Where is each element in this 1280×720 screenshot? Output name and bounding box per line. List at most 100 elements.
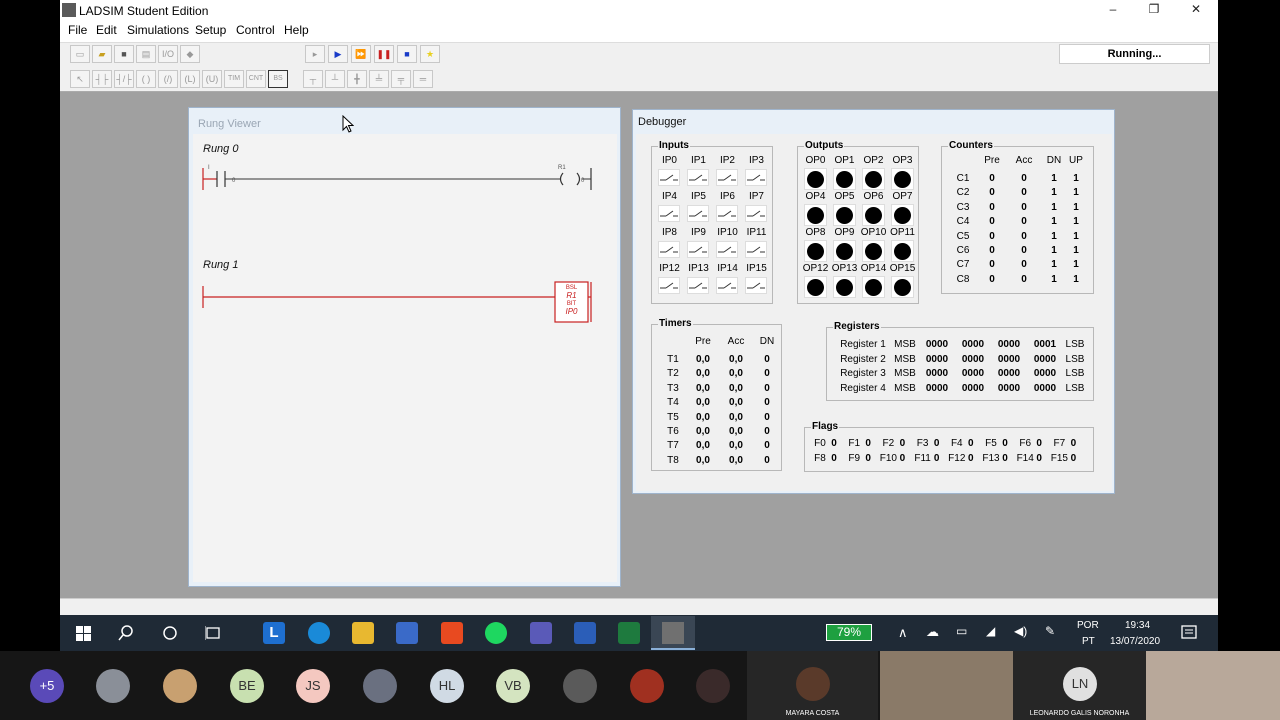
- search-icon[interactable]: [118, 625, 134, 641]
- close-button[interactable]: ✕: [1181, 2, 1211, 18]
- open-folder-icon[interactable]: ▰: [92, 45, 112, 63]
- no-contact-icon[interactable]: ┤├: [92, 70, 112, 88]
- teams-icon[interactable]: [530, 622, 552, 644]
- participant-avatar[interactable]: [696, 669, 730, 703]
- rung-delete-icon[interactable]: ═: [413, 70, 433, 88]
- menu-help[interactable]: Help: [284, 23, 309, 37]
- participant-video-tile[interactable]: [880, 651, 1013, 720]
- task-view-icon[interactable]: [205, 625, 221, 641]
- coil-icon[interactable]: ( ): [136, 70, 156, 88]
- branch-delete-icon[interactable]: ╧: [369, 70, 389, 88]
- counter-value: 1: [1051, 216, 1057, 228]
- pointer-icon[interactable]: ↖: [70, 70, 90, 88]
- menu-edit[interactable]: Edit: [96, 23, 117, 37]
- battery-indicator[interactable]: 79%: [826, 624, 872, 641]
- rung-viewer-canvas[interactable]: Rung 0 I 0 R1 0 Rung 1 BSL R1 BIT IP0: [193, 134, 617, 582]
- tray-chevron-icon[interactable]: ∧: [898, 625, 908, 641]
- input-switch[interactable]: [658, 205, 680, 222]
- input-switch[interactable]: [687, 241, 709, 258]
- input-switch[interactable]: [716, 205, 738, 222]
- input-switch[interactable]: [687, 205, 709, 222]
- participant-avatar[interactable]: HL: [430, 669, 464, 703]
- maximize-button[interactable]: ❐: [1139, 2, 1169, 18]
- file-explorer-icon[interactable]: [352, 622, 374, 644]
- bsl-block[interactable]: BSL R1 BIT IP0: [555, 284, 588, 316]
- participant-tile[interactable]: LN LEONARDO GALIS NORONHA: [1013, 651, 1146, 720]
- output-lamp-box: [862, 204, 885, 226]
- ladsim-taskbar-button[interactable]: [651, 616, 695, 650]
- excel-icon[interactable]: [618, 622, 640, 644]
- input-switch[interactable]: [716, 277, 738, 294]
- input-switch[interactable]: [658, 169, 680, 186]
- pause-icon[interactable]: ❚❚: [374, 45, 394, 63]
- volume-icon[interactable]: ◀): [1014, 624, 1027, 638]
- input-switch[interactable]: [687, 169, 709, 186]
- menu-simulations[interactable]: Simulations: [127, 23, 189, 37]
- rung-0-diagram[interactable]: [193, 164, 617, 194]
- battery-icon[interactable]: ▭: [956, 624, 967, 638]
- office-icon[interactable]: [441, 622, 463, 644]
- eraser-icon[interactable]: ◆: [180, 45, 200, 63]
- pen-icon[interactable]: ✎: [1045, 624, 1055, 638]
- participant-video-tile[interactable]: [1146, 651, 1280, 720]
- branch-end-icon[interactable]: ┴: [325, 70, 345, 88]
- branch-add-icon[interactable]: ╋: [347, 70, 367, 88]
- input-switch[interactable]: [745, 241, 767, 258]
- wifi-icon[interactable]: ◢: [986, 624, 995, 638]
- input-switch[interactable]: [745, 169, 767, 186]
- language-indicator[interactable]: POR: [1077, 620, 1099, 631]
- participant-tile[interactable]: MAYARA COSTA: [747, 651, 878, 720]
- run-icon[interactable]: ▶: [328, 45, 348, 63]
- participant-avatar[interactable]: VB: [496, 669, 530, 703]
- stop-icon[interactable]: ■: [397, 45, 417, 63]
- participant-avatar[interactable]: [630, 669, 664, 703]
- save-icon[interactable]: ■: [114, 45, 134, 63]
- more-participants-badge[interactable]: +5: [30, 669, 64, 703]
- participant-avatar[interactable]: [363, 669, 397, 703]
- debugger-window[interactable]: Debugger Inputs IP0 IP1 IP2 IP3 IP4 IP5 IP6 IP7…: [632, 109, 1115, 494]
- windows-start-icon[interactable]: [76, 626, 91, 641]
- input-switch[interactable]: [716, 241, 738, 258]
- store-icon[interactable]: [396, 622, 418, 644]
- menu-control[interactable]: Control: [236, 23, 275, 37]
- latch-coil-icon[interactable]: (L): [180, 70, 200, 88]
- negated-coil-icon[interactable]: (/): [158, 70, 178, 88]
- clock-time[interactable]: 19:34: [1125, 620, 1150, 631]
- l-app-icon[interactable]: L: [263, 622, 285, 644]
- input-switch[interactable]: [658, 277, 680, 294]
- fast-forward-icon[interactable]: ⏩: [351, 45, 371, 63]
- new-file-icon[interactable]: ▭: [70, 45, 90, 63]
- input-switch[interactable]: [745, 205, 767, 222]
- bit-shift-block-button[interactable]: BS: [268, 70, 288, 88]
- print-icon[interactable]: ▤: [136, 45, 156, 63]
- rung-add-icon[interactable]: ╤: [391, 70, 411, 88]
- io-button[interactable]: I/O: [158, 45, 178, 63]
- input-switch[interactable]: [745, 277, 767, 294]
- edge-browser-icon[interactable]: [308, 622, 330, 644]
- unlatch-coil-icon[interactable]: (U): [202, 70, 222, 88]
- participant-avatar[interactable]: BE: [230, 669, 264, 703]
- minimize-button[interactable]: –: [1098, 2, 1128, 18]
- spotify-icon[interactable]: [485, 622, 507, 644]
- participant-avatar[interactable]: [96, 669, 130, 703]
- rung-1-diagram[interactable]: [193, 278, 617, 328]
- input-switch[interactable]: [716, 169, 738, 186]
- nc-contact-icon[interactable]: ┤/├: [114, 70, 134, 88]
- input-switch[interactable]: [687, 277, 709, 294]
- notifications-icon[interactable]: [1181, 625, 1197, 641]
- menu-setup[interactable]: Setup: [195, 23, 226, 37]
- step-icon[interactable]: ▸: [305, 45, 325, 63]
- participant-avatar[interactable]: [563, 669, 597, 703]
- cortana-icon[interactable]: [162, 625, 178, 641]
- timer-block-button[interactable]: TIM: [224, 70, 244, 88]
- branch-start-icon[interactable]: ┬: [303, 70, 323, 88]
- word-icon[interactable]: [574, 622, 596, 644]
- onedrive-icon[interactable]: ☁: [926, 624, 939, 640]
- participant-avatar[interactable]: JS: [296, 669, 330, 703]
- reset-icon[interactable]: ★: [420, 45, 440, 63]
- rung-viewer-window[interactable]: Rung Viewer Rung 0 I 0 R1 0 Rung 1 BSL R…: [188, 107, 621, 587]
- input-switch[interactable]: [658, 241, 680, 258]
- menu-file[interactable]: File: [68, 23, 87, 37]
- counter-block-button[interactable]: CNT: [246, 70, 266, 88]
- participant-avatar[interactable]: [163, 669, 197, 703]
